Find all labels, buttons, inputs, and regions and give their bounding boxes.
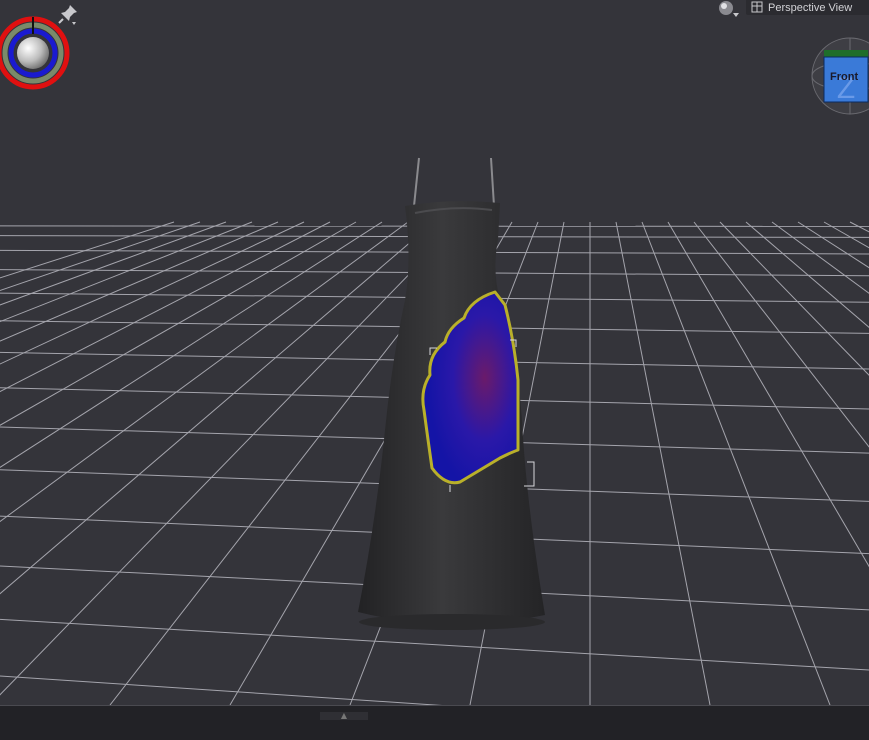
panel-collapse-handle[interactable]: ▲ xyxy=(320,712,368,720)
grid-line-v xyxy=(0,221,357,426)
view-name-label: Perspective View xyxy=(768,1,853,14)
scene-canvas[interactable] xyxy=(0,0,869,705)
shading-mode-icon[interactable] xyxy=(717,0,741,18)
grid-line-v xyxy=(0,221,435,595)
grid-line-v xyxy=(719,221,869,376)
grid-line-h xyxy=(0,675,443,705)
bottom-panel-bar: ▲ xyxy=(0,705,869,740)
grid-line-v xyxy=(0,221,409,523)
view-selector[interactable]: Perspective View xyxy=(746,0,869,15)
grid-line-v xyxy=(745,221,869,328)
grid-line-v xyxy=(771,221,869,294)
grid-line-v xyxy=(641,221,831,705)
grid-line-v xyxy=(615,221,711,705)
grid-line-v xyxy=(849,221,869,233)
pin-icon[interactable] xyxy=(56,2,80,26)
grid-line-v xyxy=(0,221,383,468)
cube-face-label: Front xyxy=(830,71,859,83)
camera-view-icon xyxy=(751,1,763,13)
3d-viewport[interactable]: Perspective View Z Front xyxy=(0,0,869,705)
grid-line-v xyxy=(667,221,869,568)
grid-line-v xyxy=(693,221,869,448)
